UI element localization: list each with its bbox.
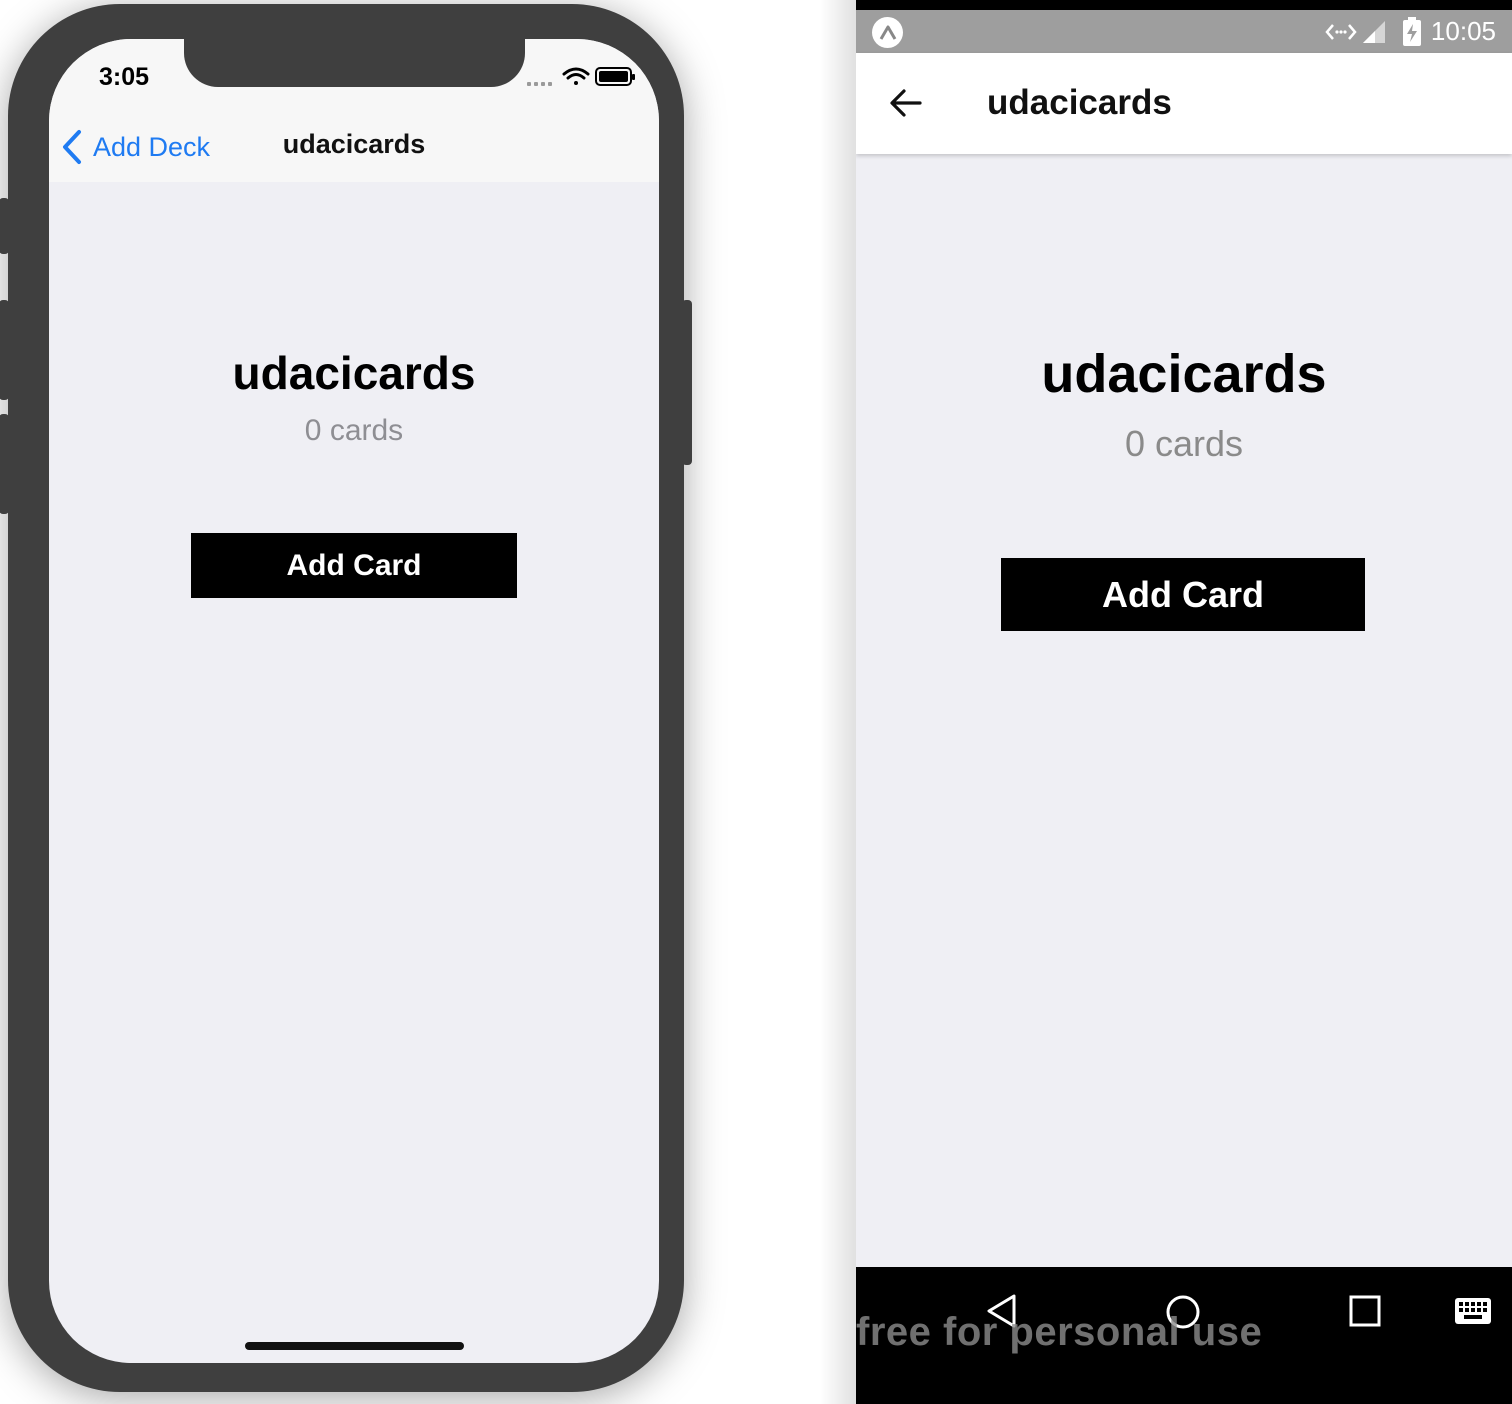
deck-card-count: 0 cards [304, 414, 404, 447]
watermark-text: free for personal use [856, 1310, 1263, 1354]
android-top-strip [856, 0, 1512, 10]
ios-status-icons [527, 67, 635, 86]
android-window-shadow [820, 0, 856, 1404]
nav-title: udacicards [282, 129, 426, 159]
wifi-icon [562, 67, 590, 85]
android-app-bar: udacicards [856, 53, 1512, 154]
iphone-frame: 3:05 Add Deck udacicards udacicards 0 ca… [0, 4, 692, 1392]
ios-screen: 3:05 Add Deck udacicards udacicards 0 ca… [49, 39, 659, 1363]
volume-up-button [0, 300, 9, 400]
home-indicator[interactable] [245, 1342, 464, 1350]
add-card-button[interactable]: Add Card [191, 533, 517, 598]
signal-icon [1362, 20, 1385, 43]
code-arrows-icon [1325, 23, 1357, 40]
android-status-icons: 10:05 [1325, 10, 1496, 53]
deck-title: udacicards [232, 347, 476, 399]
ios-navigation-bar: 3:05 Add Deck udacicards [49, 39, 659, 182]
deck-title: udacicards [1041, 344, 1327, 404]
deck-detail: udacicards 0 cards Add Card [49, 182, 659, 1363]
battery-charging-icon [1402, 16, 1421, 46]
ios-status-time: 3:05 [99, 63, 150, 91]
power-button [682, 300, 692, 465]
app-bar-title: udacicards [987, 83, 1172, 122]
android-status-bar: 10:05 [856, 10, 1512, 53]
android-status-time: 10:05 [1430, 16, 1496, 46]
deck-card-count: 0 cards [1124, 423, 1244, 464]
battery-icon [595, 67, 635, 86]
mute-switch [0, 198, 9, 254]
arrow-left-icon[interactable] [886, 83, 926, 123]
keyboard-icon[interactable] [1454, 1297, 1492, 1325]
signal-dots-icon [527, 82, 552, 86]
add-card-button[interactable]: Add Card [1001, 558, 1365, 631]
volume-down-button [0, 414, 9, 514]
android-screen: 10:05 udacicards udacicards 0 cards Add … [856, 0, 1512, 1404]
expo-icon [872, 17, 903, 48]
nav-recents-icon[interactable] [1348, 1294, 1382, 1328]
notch [184, 39, 525, 87]
